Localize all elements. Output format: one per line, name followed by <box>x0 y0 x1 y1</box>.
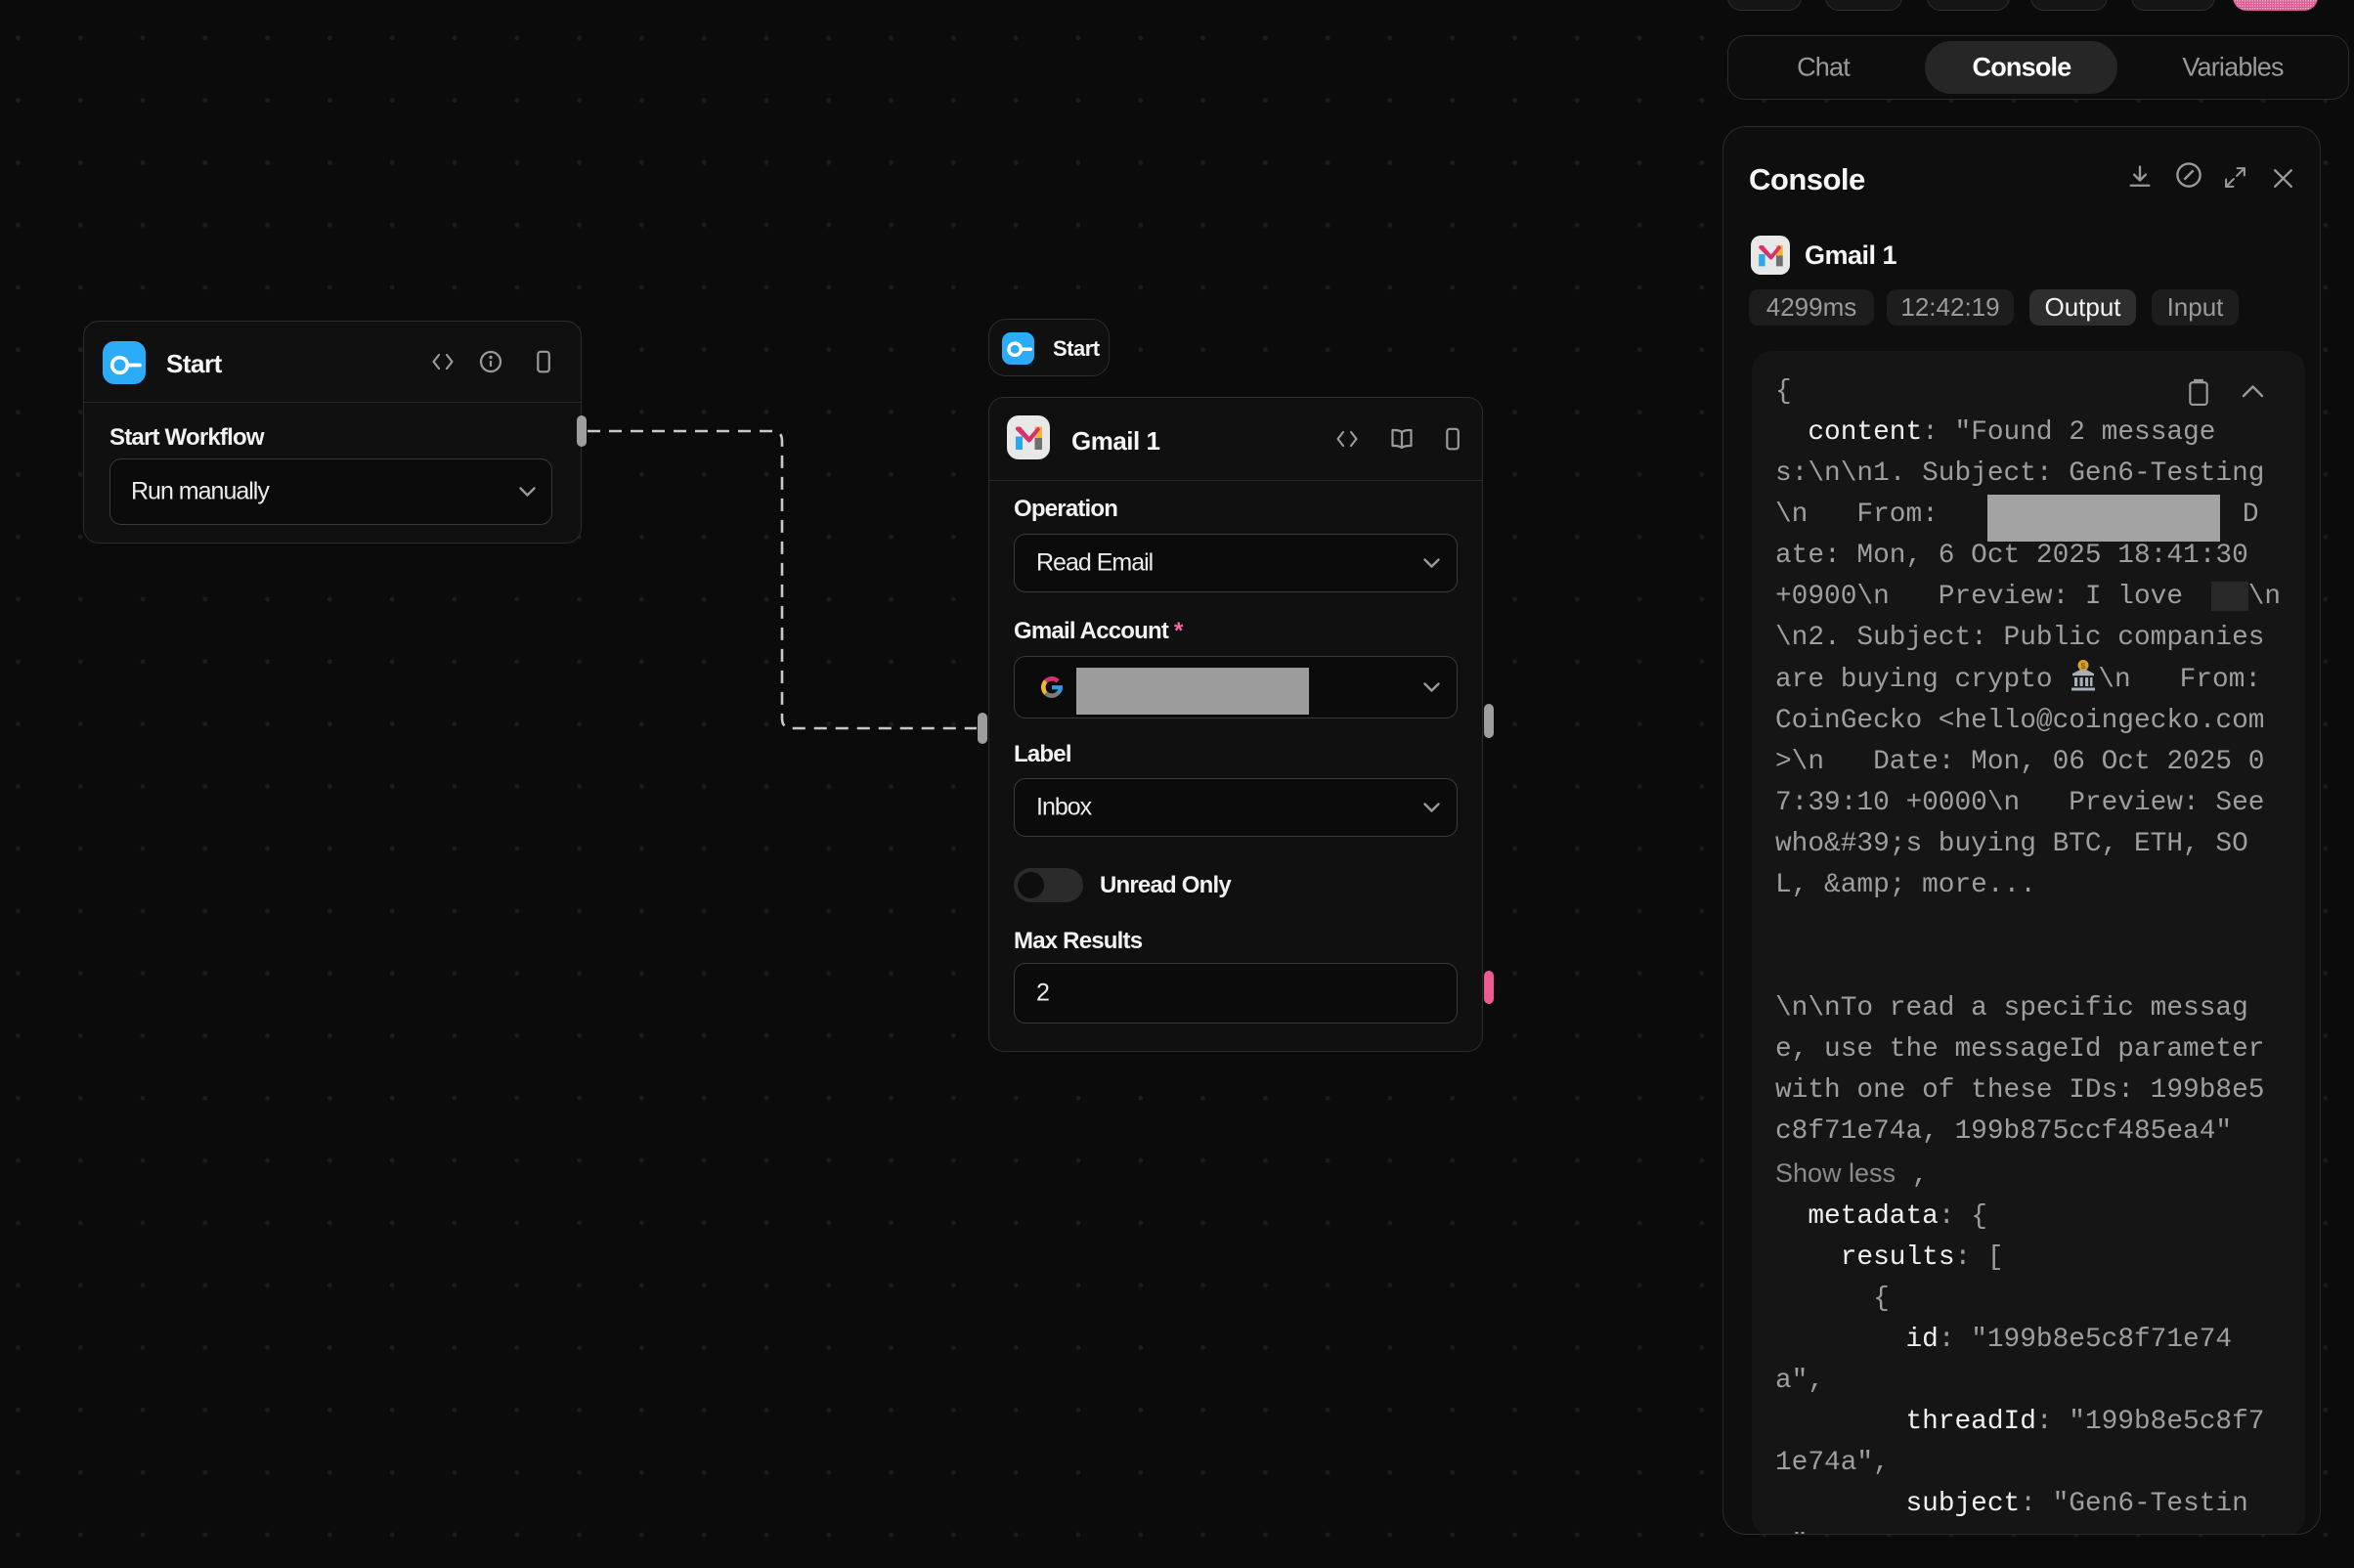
svg-text:$: $ <box>2081 661 2086 671</box>
